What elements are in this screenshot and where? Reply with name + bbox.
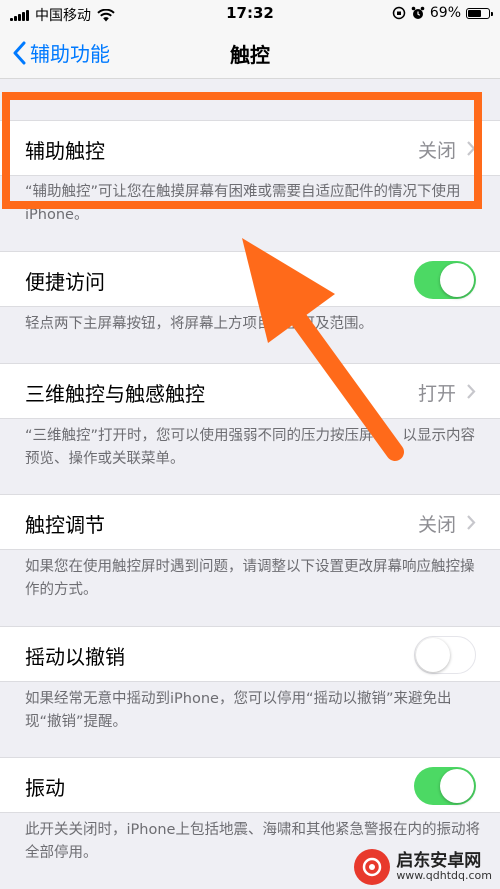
row-value: 关闭 xyxy=(417,514,456,536)
watermark-logo-icon xyxy=(354,849,391,885)
toggle-knob xyxy=(440,263,474,297)
watermark-url: www.qdhtdq.com xyxy=(396,869,492,883)
chevron-right-icon xyxy=(467,515,476,530)
watermark-title: 启东安卓网 xyxy=(396,850,482,871)
touch-accommodations-footer: 如果您在使用触控屏时遇到问题，请调整以下设置更改屏幕响应触控操作的方式。 xyxy=(25,559,475,598)
toggle-knob xyxy=(416,638,450,672)
3d-touch-footer: “三维触控”打开时，您可以使用强弱不同的压力按压屏幕，以显示内容预览、操作或关联… xyxy=(25,428,476,467)
watermark: 启东安卓网 www.qdhtdq.com xyxy=(354,849,492,885)
battery-icon xyxy=(466,7,493,19)
toggle-knob xyxy=(440,769,474,803)
battery-percent: 69% xyxy=(429,5,461,21)
alarm-icon xyxy=(411,6,425,19)
row-value: 关闭 xyxy=(417,140,456,162)
row-label: 摇动以撤销 xyxy=(25,645,125,669)
chevron-right-icon xyxy=(467,384,476,399)
navigation-bar: 辅助功能 触控 xyxy=(0,28,500,79)
shake-to-undo-footer: 如果经常无意中摇动到iPhone，您可以停用“摇动以撤销”来避免出现“撤销”提醒… xyxy=(25,691,452,730)
row-value: 打开 xyxy=(417,383,456,405)
row-label: 辅助触控 xyxy=(25,139,105,163)
page-title: 触控 xyxy=(230,43,270,67)
shake-to-undo-toggle[interactable] xyxy=(414,636,476,674)
vibration-toggle[interactable] xyxy=(414,767,476,805)
battery-level xyxy=(468,9,481,17)
reachability-toggle[interactable] xyxy=(414,261,476,299)
assistive-touch-row[interactable]: 辅助触控 关闭 xyxy=(0,120,500,176)
reachability-row: 便捷访问 xyxy=(0,251,500,307)
assistive-touch-footer: “辅助触控”可让您在触摸屏幕有困难或需要自适应配件的情况下使用iPhone。 xyxy=(25,184,461,223)
chevron-right-icon xyxy=(467,141,476,156)
touch-accommodations-row[interactable]: 触控调节 关闭 xyxy=(0,494,500,550)
status-bar: 中国移动 17:32 69% xyxy=(0,0,500,28)
vibration-row: 振动 xyxy=(0,757,500,813)
row-label: 振动 xyxy=(25,776,65,800)
orientation-lock-icon xyxy=(392,6,406,20)
row-label: 便捷访问 xyxy=(25,270,105,294)
shake-to-undo-row: 摇动以撤销 xyxy=(0,626,500,682)
3d-touch-row[interactable]: 三维触控与触感触控 打开 xyxy=(0,363,500,419)
reachability-footer: 轻点两下主屏幕按钮，将屏幕上方项目降至可及范围。 xyxy=(25,316,373,332)
row-label: 触控调节 xyxy=(25,513,105,537)
row-label: 三维触控与触感触控 xyxy=(25,382,205,406)
